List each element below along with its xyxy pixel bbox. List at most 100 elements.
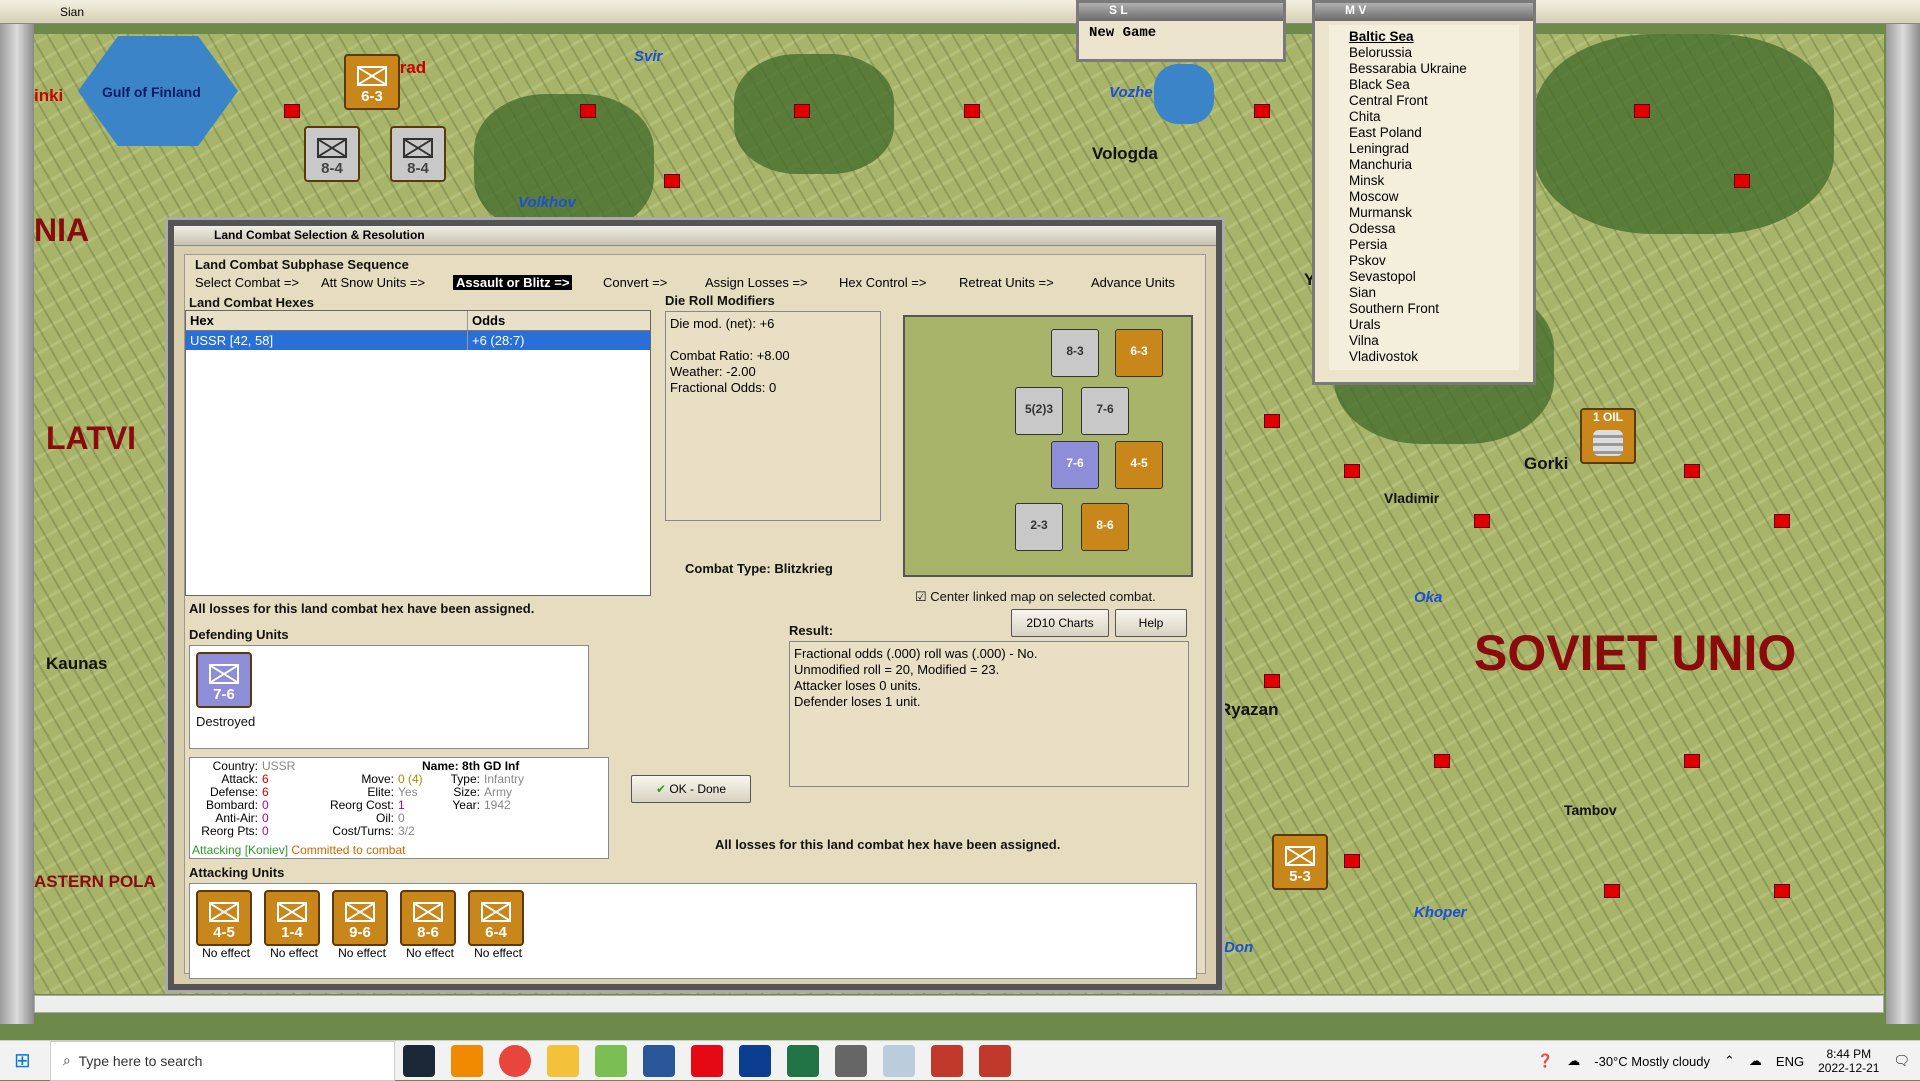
drm-line: Fractional Odds: 0 [670, 380, 777, 395]
dialog-body: Land Combat Subphase Sequence Select Com… [184, 254, 1206, 979]
notification-icon[interactable]: 🗨 [1893, 1053, 1910, 1069]
minimap-unit[interactable]: 8-3 [1051, 329, 1099, 377]
list-item[interactable]: Vilna [1349, 333, 1499, 349]
list-item[interactable]: Pskov [1349, 253, 1499, 269]
center-map-checkbox[interactable]: ☑ Center linked map on selected combat. [915, 589, 1156, 605]
list-item[interactable]: Urals [1349, 317, 1499, 333]
list-item[interactable]: Baltic Sea [1349, 29, 1499, 45]
file-explorer-icon[interactable] [547, 1044, 579, 1077]
minimap-unit[interactable]: 4-5 [1115, 441, 1163, 489]
taskbar-search[interactable]: ⌕ Type here to search [50, 1040, 395, 1081]
list-item[interactable]: Sian [1349, 285, 1499, 301]
list-item[interactable]: Minsk [1349, 173, 1499, 189]
vlc-icon[interactable] [451, 1044, 483, 1077]
map-unit[interactable]: 8-4 [304, 126, 360, 182]
region-label: LATVI [46, 420, 137, 456]
list-item[interactable]: Moscow [1349, 189, 1499, 205]
map-unit[interactable]: 5-3 [1272, 834, 1328, 890]
map-view-list[interactable]: Baltic Sea Belorussia Bessarabia Ukraine… [1329, 25, 1519, 370]
list-item[interactable]: Sevastopol [1349, 269, 1499, 285]
map-unit[interactable]: 8-4 [390, 126, 446, 182]
table-row[interactable]: USSR [42, 58] +6 (28:7) [186, 331, 650, 350]
infantry-icon [317, 138, 347, 158]
defender-unit[interactable]: 7-6 [196, 652, 252, 708]
map-horizontal-scrollbar[interactable] [34, 995, 1884, 1013]
excel-icon[interactable] [787, 1044, 819, 1077]
supply-marker [580, 104, 596, 118]
cloud-icon[interactable]: ☁ [1749, 1053, 1762, 1069]
list-item[interactable]: Chita [1349, 109, 1499, 125]
infantry-icon [357, 66, 387, 86]
language-indicator[interactable]: ENG [1776, 1054, 1804, 1069]
sea-label: Gulf of Finland [102, 84, 201, 100]
word-icon[interactable] [643, 1044, 675, 1077]
chrome-icon[interactable] [499, 1044, 531, 1077]
window-app-icon[interactable] [883, 1044, 915, 1077]
list-item[interactable]: Manchuria [1349, 157, 1499, 173]
charts-button[interactable]: 2D10 Charts [1011, 609, 1109, 637]
attacker-unit[interactable]: 4-5 [196, 890, 252, 946]
attacker-unit[interactable]: 6-4 [468, 890, 524, 946]
attacker-unit[interactable]: 1-4 [264, 890, 320, 946]
list-item[interactable]: Murmansk [1349, 205, 1499, 221]
list-item[interactable]: Persia [1349, 237, 1499, 253]
linked-minimap[interactable]: 8-3 6-3 5(2)3 7-6 4-5 7-6 2-3 8-6 [903, 315, 1193, 577]
list-item[interactable]: Black Sea [1349, 77, 1499, 93]
list-item[interactable]: Leningrad [1349, 141, 1499, 157]
attacker-unit[interactable]: 8-6 [400, 890, 456, 946]
chevron-up-icon[interactable]: ⌃ [1724, 1053, 1735, 1069]
calculator-icon[interactable] [835, 1044, 867, 1077]
weather-text[interactable]: -30°C Mostly cloudy [1594, 1054, 1710, 1069]
combat-hex-table[interactable]: Hex Odds USSR [42, 58] +6 (28:7) [185, 310, 651, 596]
lake [1154, 64, 1214, 124]
minimap-unit[interactable]: 5(2)3 [1015, 387, 1063, 435]
game-app-icon[interactable] [931, 1044, 963, 1077]
land-combat-dialog[interactable]: Land Combat Selection & Resolution Land … [168, 220, 1222, 990]
col-odds[interactable]: Odds [468, 311, 634, 330]
center-map-label: Center linked map on selected combat. [930, 589, 1156, 604]
attacker-status: No effect [202, 946, 250, 960]
sl-window[interactable]: S L New Game [1076, 0, 1286, 62]
list-item[interactable]: Southern Front [1349, 301, 1499, 317]
weather-icon[interactable]: ☁ [1567, 1053, 1580, 1069]
list-item[interactable]: East Poland [1349, 125, 1499, 141]
list-item[interactable]: Belorussia [1349, 45, 1499, 61]
result-line: Attacker loses 0 units. [794, 678, 922, 693]
supply-marker [1684, 754, 1700, 768]
list-item[interactable]: Vladivostok [1349, 349, 1499, 365]
game-app-icon[interactable] [979, 1044, 1011, 1077]
defending-units-box: 7-6 Destroyed [189, 645, 589, 749]
ok-done-button[interactable]: ✔ OK - Done [631, 775, 751, 803]
list-item[interactable]: Central Front [1349, 93, 1499, 109]
windows-start-icon[interactable]: ⊞ [14, 1048, 31, 1073]
clock[interactable]: 8:44 PM 2022-12-21 [1818, 1047, 1879, 1075]
attacker-unit[interactable]: 9-6 [332, 890, 388, 946]
list-item[interactable]: Bessarabia Ukraine [1349, 61, 1499, 77]
netflix-icon[interactable] [691, 1044, 723, 1077]
minimap-unit[interactable]: 6-3 [1115, 329, 1163, 377]
notepad-icon[interactable] [595, 1044, 627, 1077]
defending-label: Defending Units [189, 627, 289, 642]
minimap-unit[interactable]: 8-6 [1081, 503, 1129, 551]
drm-line: Combat Ratio: +8.00 [670, 348, 790, 363]
oil-barrel-icon [1593, 430, 1623, 456]
oil-unit[interactable]: 1 OIL [1580, 408, 1636, 464]
minimap-unit[interactable]: 7-6 [1051, 441, 1099, 489]
attacker-slot: 9-6 No effect [332, 890, 392, 960]
odds-cell: +6 (28:7) [472, 333, 525, 348]
help-tray-icon[interactable]: ❓ [1537, 1053, 1553, 1069]
steam-icon[interactable] [403, 1044, 435, 1077]
infantry-icon [209, 664, 239, 684]
col-hex[interactable]: Hex [186, 311, 468, 330]
disney-icon[interactable] [739, 1044, 771, 1077]
supply-marker [1344, 464, 1360, 478]
minimap-unit[interactable]: 7-6 [1081, 387, 1129, 435]
mv-window[interactable]: M V Baltic Sea Belorussia Bessarabia Ukr… [1312, 0, 1536, 385]
list-item[interactable]: Odessa [1349, 221, 1499, 237]
drm-box: Die mod. (net): +6 Combat Ratio: +8.00 W… [665, 311, 881, 521]
help-button[interactable]: Help [1115, 609, 1187, 637]
new-game-item[interactable]: New Game [1079, 21, 1283, 45]
map-unit[interactable]: 6-3 [344, 54, 400, 110]
minimap-unit[interactable]: 2-3 [1015, 503, 1063, 551]
combat-type: Combat Type: Blitzkrieg [685, 561, 833, 576]
